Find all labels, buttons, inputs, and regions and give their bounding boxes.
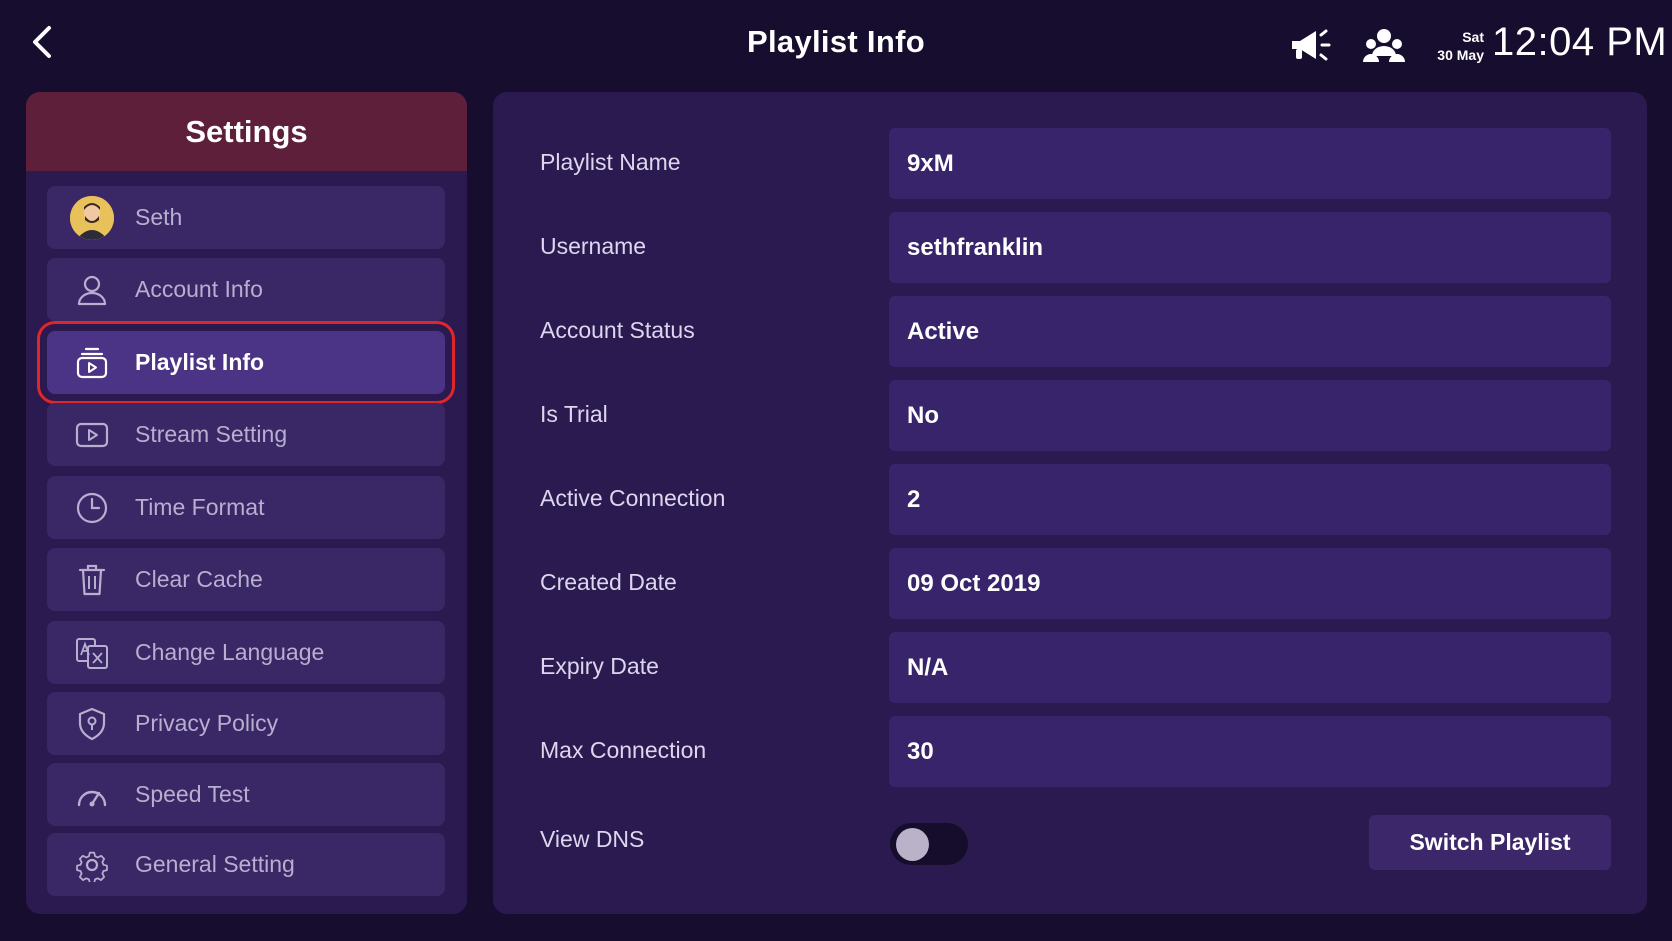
sidebar-item-clear-cache[interactable]: Clear Cache [47, 548, 445, 611]
clock-icon [69, 485, 115, 531]
sidebar-item-label: General Setting [135, 851, 295, 877]
account-status-value: Active [889, 296, 1611, 367]
user-icon [69, 267, 115, 313]
sidebar-item-speed-test[interactable]: Speed Test [47, 763, 445, 826]
sidebar-item-account-info[interactable]: Account Info [47, 258, 445, 321]
toggle-knob [896, 828, 929, 861]
day-label: Sat [1462, 29, 1484, 45]
trash-icon [69, 557, 115, 603]
sidebar-item-time-format[interactable]: Time Format [47, 476, 445, 539]
playlist-info-panel: Playlist Name 9xM Username sethfranklin … [493, 92, 1647, 914]
sidebar-item-label: Seth [135, 204, 183, 230]
top-bar: Playlist Info Sat 30 May 12:04 PM [0, 0, 1672, 92]
username-value: sethfranklin [889, 212, 1611, 283]
sidebar-item-label: Privacy Policy [135, 710, 279, 736]
users-button[interactable] [1360, 24, 1408, 68]
sidebar-item-general-setting[interactable]: General Setting [47, 833, 445, 896]
max-connection-value: 30 [889, 716, 1611, 787]
expiry-date-label: Expiry Date [540, 653, 659, 679]
settings-sidebar: Settings Seth Account Info Playlist Info… [26, 92, 467, 914]
expiry-date-value: N/A [889, 632, 1611, 703]
date-display: Sat 30 May [1424, 28, 1484, 64]
user-group-icon [1363, 29, 1405, 62]
gear-icon [69, 842, 115, 888]
view-dns-label: View DNS [540, 826, 645, 852]
sidebar-item-label: Change Language [135, 639, 325, 665]
speedometer-icon [69, 772, 115, 818]
account-status-label: Account Status [540, 317, 695, 343]
is-trial-value: No [889, 380, 1611, 451]
sidebar-item-stream-setting[interactable]: Stream Setting [47, 403, 445, 466]
date-label: 30 May [1437, 47, 1484, 63]
playlist-name-label: Playlist Name [540, 149, 681, 175]
announcement-button[interactable] [1286, 24, 1334, 68]
view-dns-toggle[interactable] [890, 823, 968, 865]
sidebar-item-label: Clear Cache [135, 566, 263, 592]
sidebar-item-playlist-info[interactable]: Playlist Info [37, 321, 455, 404]
created-date-label: Created Date [540, 569, 677, 595]
sidebar-item-label: Account Info [135, 276, 263, 302]
sidebar-item-profile[interactable]: Seth [47, 186, 445, 249]
sidebar-item-label: Speed Test [135, 781, 250, 807]
sidebar-item-label: Time Format [135, 494, 265, 520]
active-connection-value: 2 [889, 464, 1611, 535]
is-trial-label: Is Trial [540, 401, 608, 427]
playlist-name-value: 9xM [889, 128, 1611, 199]
clock: 12:04 PM [1492, 20, 1668, 64]
created-date-value: 09 Oct 2019 [889, 548, 1611, 619]
sidebar-item-label: Stream Setting [135, 421, 288, 447]
megaphone-icon [1292, 29, 1331, 61]
sidebar-title: Settings [26, 92, 467, 171]
max-connection-label: Max Connection [540, 737, 707, 763]
active-connection-label: Active Connection [540, 485, 726, 511]
sidebar-item-privacy-policy[interactable]: Privacy Policy [47, 692, 445, 755]
page-title: Playlist Info [747, 24, 925, 59]
switch-playlist-button[interactable]: Switch Playlist [1369, 815, 1611, 870]
shield-icon [69, 701, 115, 747]
sidebar-item-label: Playlist Info [135, 349, 265, 375]
username-label: Username [540, 233, 647, 259]
translate-icon [69, 630, 115, 676]
play-box-icon [69, 412, 115, 458]
avatar [70, 195, 114, 240]
sidebar-item-change-language[interactable]: Change Language [47, 621, 445, 684]
playlist-icon [69, 340, 115, 386]
